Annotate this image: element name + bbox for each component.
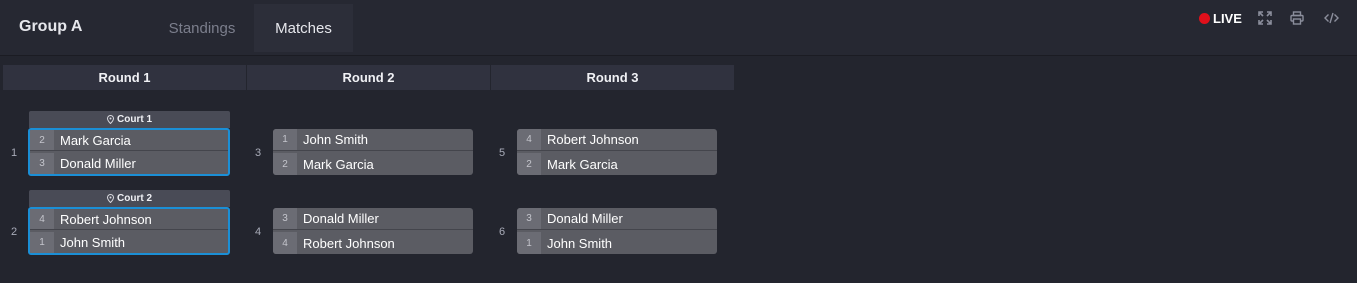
match-player-row[interactable]: 1 John Smith bbox=[517, 232, 717, 254]
court-name: Court 2 bbox=[117, 193, 152, 204]
player-name: John Smith bbox=[303, 132, 369, 147]
player-name: Mark Garcia bbox=[303, 156, 374, 172]
match-number: 3 bbox=[254, 147, 262, 159]
player-name: Donald Miller bbox=[60, 156, 136, 171]
player-name: John Smith bbox=[60, 235, 126, 250]
match-card-5[interactable]: 4 Robert Johnson 2 Mark Garcia bbox=[517, 129, 717, 175]
live-indicator[interactable]: LIVE bbox=[1199, 11, 1242, 26]
player-seed: 1 bbox=[273, 129, 297, 150]
match-player-row[interactable]: 4 Robert Johnson bbox=[30, 209, 228, 230]
match-card-6[interactable]: 3 Donald Miller 1 John Smith bbox=[517, 208, 717, 254]
match-number: 2 bbox=[10, 226, 18, 238]
player-name: John Smith bbox=[547, 235, 613, 251]
player-seed: 1 bbox=[30, 232, 54, 253]
embed-code-icon[interactable] bbox=[1324, 11, 1339, 25]
player-name: Donald Miller bbox=[303, 211, 379, 226]
player-name: Robert Johnson bbox=[60, 211, 152, 227]
round-2-header: Round 2 bbox=[247, 65, 490, 90]
match-card-1[interactable]: 2 Mark Garcia 3 Donald Miller bbox=[28, 128, 230, 176]
player-seed: 3 bbox=[273, 208, 297, 229]
round-headers: Round 1 Round 2 Round 3 bbox=[3, 65, 734, 90]
match-player-row[interactable]: 1 John Smith bbox=[273, 129, 473, 151]
player-seed: 2 bbox=[273, 153, 297, 175]
location-pin-icon bbox=[107, 194, 114, 203]
court-label: Court 2 bbox=[29, 190, 230, 207]
tab-standings[interactable]: Standings bbox=[150, 4, 254, 52]
print-icon[interactable] bbox=[1290, 11, 1304, 25]
player-name: Donald Miller bbox=[547, 211, 623, 226]
match-player-row[interactable]: 4 Robert Johnson bbox=[517, 129, 717, 151]
location-pin-icon bbox=[107, 115, 114, 124]
fullscreen-icon[interactable] bbox=[1258, 11, 1272, 25]
live-dot-icon bbox=[1199, 13, 1210, 24]
group-title: Group A bbox=[19, 18, 83, 35]
match-player-row[interactable]: 1 John Smith bbox=[30, 232, 228, 253]
court-name: Court 1 bbox=[117, 114, 152, 125]
player-seed: 3 bbox=[517, 208, 541, 229]
player-seed: 2 bbox=[30, 130, 54, 150]
live-label: LIVE bbox=[1213, 11, 1242, 26]
match-player-row[interactable]: 3 Donald Miller bbox=[30, 153, 228, 174]
player-seed: 1 bbox=[517, 232, 541, 254]
match-player-row[interactable]: 2 Mark Garcia bbox=[273, 153, 473, 175]
match-number: 5 bbox=[498, 147, 506, 159]
player-seed: 4 bbox=[517, 129, 541, 150]
match-card-4[interactable]: 3 Donald Miller 4 Robert Johnson bbox=[273, 208, 473, 254]
player-name: Robert Johnson bbox=[547, 132, 639, 147]
match-number: 1 bbox=[10, 147, 18, 159]
player-name: Mark Garcia bbox=[60, 132, 131, 148]
match-number: 6 bbox=[498, 226, 506, 238]
round-3-header: Round 3 bbox=[491, 65, 734, 90]
match-number: 4 bbox=[254, 226, 262, 238]
player-seed: 4 bbox=[30, 209, 54, 229]
match-card-2[interactable]: 4 Robert Johnson 1 John Smith bbox=[28, 207, 230, 255]
round-1-header: Round 1 bbox=[3, 65, 246, 90]
top-bar: Group A Standings Matches LIVE bbox=[0, 0, 1357, 56]
player-seed: 4 bbox=[273, 232, 297, 254]
player-name: Robert Johnson bbox=[303, 235, 395, 251]
player-seed: 2 bbox=[517, 153, 541, 175]
tab-matches[interactable]: Matches bbox=[254, 4, 353, 52]
match-player-row[interactable]: 4 Robert Johnson bbox=[273, 232, 473, 254]
match-player-row[interactable]: 2 Mark Garcia bbox=[30, 130, 228, 151]
match-card-3[interactable]: 1 John Smith 2 Mark Garcia bbox=[273, 129, 473, 175]
court-label: Court 1 bbox=[29, 111, 230, 128]
player-seed: 3 bbox=[30, 153, 54, 174]
match-player-row[interactable]: 2 Mark Garcia bbox=[517, 153, 717, 175]
player-name: Mark Garcia bbox=[547, 156, 618, 172]
match-player-row[interactable]: 3 Donald Miller bbox=[273, 208, 473, 230]
match-player-row[interactable]: 3 Donald Miller bbox=[517, 208, 717, 230]
